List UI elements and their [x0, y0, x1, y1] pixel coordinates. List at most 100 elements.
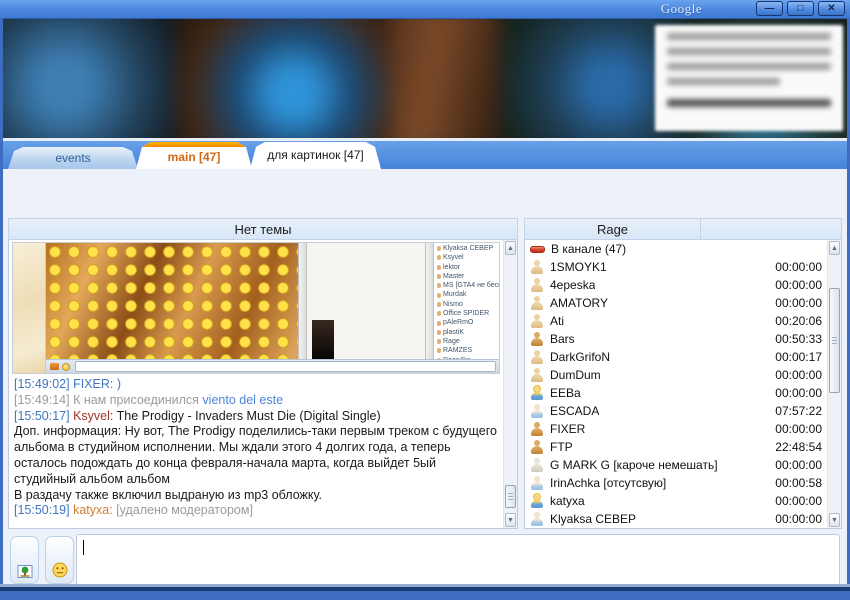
- embedded-mini-icon: [50, 363, 59, 370]
- user-list-scrollbar[interactable]: ▲ ▼: [827, 240, 841, 528]
- embedded-mini-userlist: Klyaksa CEBEPKsyvellektorMasterMS [GTA4 …: [434, 243, 499, 373]
- user-row[interactable]: IrinAchka [отсутсвую]00:00:58: [525, 474, 827, 492]
- embedded-input-bar: [46, 359, 499, 373]
- user-online-time: 07:57:22: [775, 404, 827, 418]
- user-row[interactable]: Ati 00:20:06: [525, 312, 827, 330]
- user-row[interactable]: G MARK G [кароче немешать]00:00:00: [525, 456, 827, 474]
- embedded-mini-user-name: plastiK: [443, 328, 464, 337]
- embedded-mini-user-icon: [437, 283, 441, 288]
- user-row[interactable]: DumDum 00:00:00: [525, 366, 827, 384]
- user-name: katyxa: [550, 494, 585, 508]
- embedded-mini-user-name: MS [GTA4 не беспл: [443, 281, 499, 290]
- user-row[interactable]: FTP22:48:54: [525, 438, 827, 456]
- embedded-mini-user-name: pAleRmO: [443, 318, 473, 327]
- user-online-time: 00:20:06: [775, 314, 827, 328]
- column-header-channel[interactable]: Rage: [525, 219, 701, 239]
- embedded-photo-fragment: [312, 320, 334, 360]
- user-row[interactable]: ESCADA07:57:22: [525, 402, 827, 420]
- message-part: [15:49:02] FIXER: ): [14, 377, 121, 391]
- ad-banner-image[interactable]: [3, 19, 847, 138]
- embedded-mini-user-name: Klyaksa CEBEP: [443, 244, 493, 253]
- banner-text-box: [655, 25, 843, 131]
- chat-scrollbar[interactable]: ▲ ▼: [503, 240, 517, 528]
- embedded-mini-smiley-icon: [62, 363, 70, 371]
- embedded-mini-user-name: Ksyvel: [443, 253, 464, 262]
- user-row[interactable]: Klyaksa CEBEP00:00:00: [525, 510, 827, 528]
- embedded-screenshot-image[interactable]: Klyaksa CEBEPKsyvellektorMasterMS [GTA4 …: [12, 242, 500, 374]
- scroll-down-arrow-icon[interactable]: ▼: [829, 513, 840, 527]
- text-caret: [83, 540, 84, 555]
- user-icon: [530, 512, 543, 527]
- user-name: DumDum: [550, 368, 601, 382]
- close-button[interactable]: ✕: [818, 1, 845, 16]
- user-icon: [530, 494, 543, 509]
- embedded-mini-user-name: lektor: [443, 263, 460, 272]
- chat-message: Доп. информация: Ну вот, The Prodigy под…: [14, 424, 499, 487]
- chat-message: В раздачу также включил выдраную из mp3 …: [14, 488, 499, 504]
- scroll-down-arrow-icon[interactable]: ▼: [505, 513, 516, 527]
- embedded-mini-user-icon: [437, 311, 441, 316]
- message-part: Доп. информация: Ну вот, The Prodigy под…: [14, 424, 497, 485]
- user-online-time: 00:50:33: [775, 332, 827, 346]
- user-name: AMATORY: [550, 296, 608, 310]
- embedded-mini-user-icon: [437, 246, 441, 251]
- titlebar[interactable]: Google — □ ✕: [0, 0, 850, 19]
- user-icon: [530, 278, 543, 293]
- user-row[interactable]: FIXER00:00:00: [525, 420, 827, 438]
- chat-scrollbar-thumb[interactable]: [505, 485, 516, 508]
- insert-image-button[interactable]: [10, 536, 39, 584]
- user-list-scrollbar-thumb[interactable]: [829, 288, 840, 393]
- user-name: EEBa: [550, 386, 581, 400]
- user-row[interactable]: 4epeska00:00:00: [525, 276, 827, 294]
- chat-panel-body: Klyaksa CEBEPKsyvellektorMasterMS [GTA4 …: [8, 240, 518, 529]
- user-name: FIXER: [550, 422, 585, 436]
- user-row[interactable]: EEBa00:00:00: [525, 384, 827, 402]
- user-online-time: 00:00:00: [775, 368, 827, 382]
- embedded-mini-user-icon: [437, 255, 441, 260]
- tab-main[interactable]: main [47]: [136, 142, 252, 169]
- user-icon: [530, 404, 543, 419]
- chat-message: [15:50:17] Ksyvel: The Prodigy - Invader…: [14, 409, 499, 425]
- user-name: Ati: [550, 314, 564, 328]
- channel-icon: [530, 246, 545, 253]
- embedded-mini-user-name: Rage: [443, 337, 460, 346]
- embedded-left-strip: [13, 243, 46, 373]
- maximize-button[interactable]: □: [787, 1, 814, 16]
- embedded-mini-user: Rage: [437, 337, 499, 346]
- tab-events[interactable]: events: [8, 147, 138, 169]
- tab-pictures[interactable]: для картинок [47]: [250, 142, 381, 169]
- message-input[interactable]: [76, 534, 840, 586]
- embedded-mini-user: Murdak: [437, 290, 499, 299]
- minimize-button[interactable]: —: [756, 1, 783, 16]
- embedded-emoticon-grid: [46, 243, 298, 373]
- embedded-mini-user: Klyaksa CEBEP: [437, 244, 499, 253]
- chat-messages: [15:49:02] FIXER: )[15:49:14] К нам прис…: [14, 377, 499, 527]
- window-border: [0, 591, 850, 600]
- channel-row[interactable]: В канале (47): [525, 240, 827, 258]
- scroll-up-arrow-icon[interactable]: ▲: [829, 241, 840, 255]
- scroll-up-arrow-icon[interactable]: ▲: [505, 241, 516, 255]
- user-row[interactable]: 1SMOYK100:00:00: [525, 258, 827, 276]
- embedded-scrollbar: [298, 243, 307, 373]
- user-row[interactable]: AMATORY 00:00:00: [525, 294, 827, 312]
- embedded-mini-user: Master: [437, 272, 499, 281]
- user-link[interactable]: viento del este: [202, 393, 283, 407]
- user-online-time: 00:00:00: [775, 278, 827, 292]
- user-name: G MARK G [кароче немешать]: [550, 458, 718, 472]
- chat-panel: Нет темы Klyaksa CEBEPKsyvellektorMaster…: [8, 218, 518, 529]
- window-controls: — □ ✕: [756, 1, 845, 16]
- emoticon-button[interactable]: [45, 536, 74, 584]
- user-row[interactable]: Bars00:50:33: [525, 330, 827, 348]
- user-panel-body: В канале (47)1SMOYK100:00:004epeska00:00…: [524, 240, 842, 529]
- user-row[interactable]: katyxa00:00:00: [525, 492, 827, 510]
- column-header-time[interactable]: [701, 219, 841, 239]
- embedded-mini-user: pAleRmO: [437, 318, 499, 327]
- user-online-time: 00:00:00: [775, 260, 827, 274]
- user-icon: [530, 350, 543, 365]
- user-row[interactable]: DarkGrifoN00:00:17: [525, 348, 827, 366]
- user-online-time: 00:00:00: [775, 296, 827, 310]
- embedded-mini-user: Office SPIDER: [437, 309, 499, 318]
- embedded-mini-user: MS [GTA4 не беспл: [437, 281, 499, 290]
- message-part: [15:50:17]: [14, 409, 73, 423]
- user-panel-header: Rage: [524, 218, 842, 240]
